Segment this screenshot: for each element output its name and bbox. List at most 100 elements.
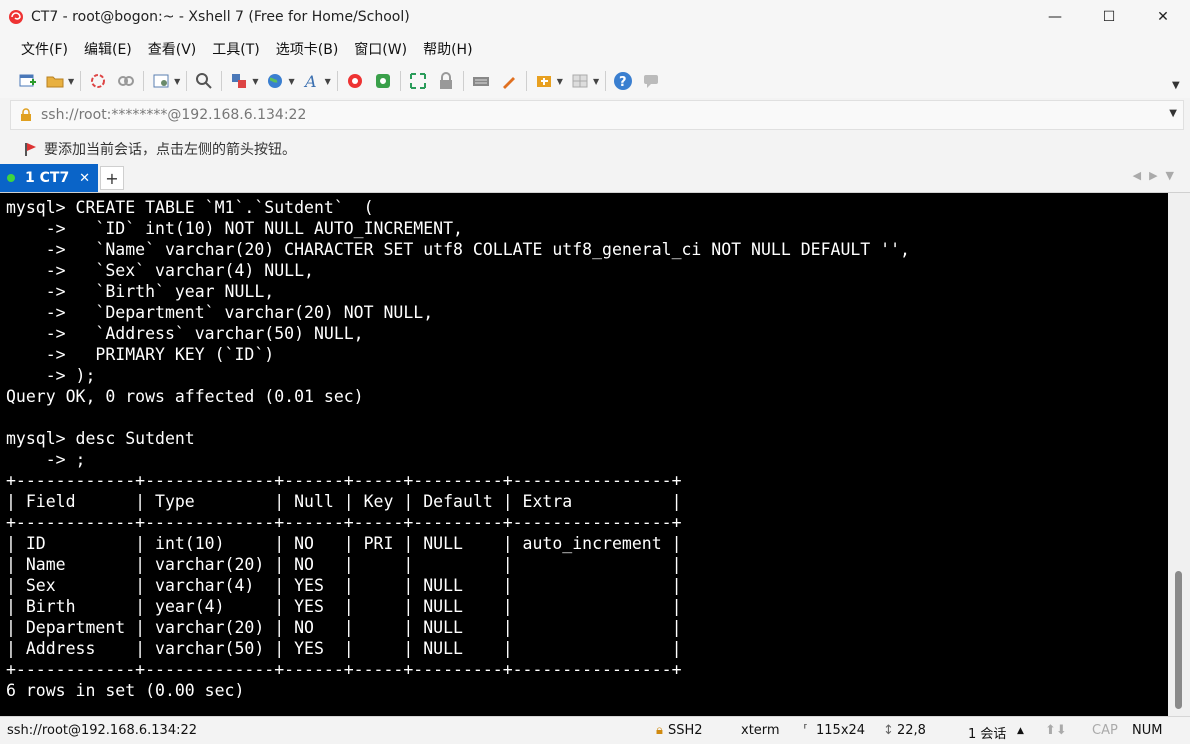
- xftp-icon[interactable]: [344, 70, 366, 92]
- close-tab-icon[interactable]: ✕: [79, 171, 90, 186]
- toolbar-divider: [186, 71, 188, 91]
- xshell-logo-icon[interactable]: [7, 8, 25, 26]
- connected-status-icon: [7, 174, 15, 182]
- scroll-up-icon[interactable]: ⬆⬇: [1045, 723, 1067, 738]
- hint-text: 要添加当前会话，点击左侧的箭头按钮。: [44, 142, 296, 158]
- properties-icon[interactable]: [150, 70, 172, 92]
- font-icon[interactable]: A: [301, 70, 323, 92]
- terminal-line: | Sex | varchar(4) | YES | | NULL | |: [6, 576, 682, 595]
- tab-label: 1 CT7: [25, 170, 70, 186]
- tab-nav-arrows[interactable]: ◀▶▼: [1133, 169, 1182, 182]
- close-window-button[interactable]: ✕: [1136, 0, 1190, 34]
- chevron-down-icon[interactable]: ▼: [174, 77, 180, 86]
- add-tab-button[interactable]: +: [100, 166, 124, 190]
- menu-view[interactable]: 查看(V): [148, 39, 197, 59]
- toolbar-divider: [80, 71, 82, 91]
- toolbar-divider: [221, 71, 223, 91]
- address-text: ssh://root:********@192.168.6.134:22: [41, 107, 307, 123]
- terminal-line: -> `Birth` year NULL,: [6, 282, 275, 301]
- terminal-lines: mysql> CREATE TABLE `M1`.`Sutdent` ( -> …: [6, 197, 910, 701]
- terminal-line: -> `ID` int(10) NOT NULL AUTO_INCREMENT,: [6, 219, 463, 238]
- address-bar[interactable]: ssh://root:********@192.168.6.134:22 ▼: [10, 100, 1184, 130]
- globe-icon[interactable]: [264, 70, 286, 92]
- chat-icon[interactable]: [640, 70, 662, 92]
- terminal-line: | Name | varchar(20) | NO | | | |: [6, 555, 682, 574]
- svg-text:?: ?: [619, 75, 627, 90]
- chevron-down-icon[interactable]: ▼: [252, 77, 258, 86]
- terminal-line: | ID | int(10) | NO | PRI | NULL | auto_…: [6, 534, 682, 553]
- menu-tools[interactable]: 工具(T): [212, 39, 259, 59]
- minimize-button[interactable]: —: [1028, 0, 1082, 34]
- menu-tabs[interactable]: 选项卡(B): [276, 39, 339, 59]
- chevron-down-icon[interactable]: ▼: [325, 77, 331, 86]
- help-icon[interactable]: ?: [612, 70, 634, 92]
- toolbar-divider: [525, 71, 527, 91]
- menu-window[interactable]: 窗口(W): [354, 39, 407, 59]
- fullscreen-icon[interactable]: [407, 70, 429, 92]
- window-title: CT7 - root@bogon:~ - Xshell 7 (Free for …: [31, 9, 410, 25]
- toolbar-overflow-icon[interactable]: ▼: [1172, 80, 1180, 91]
- toolbar-divider: [462, 71, 464, 91]
- chevron-down-icon[interactable]: ▼: [557, 77, 563, 86]
- terminal-line: mysql> desc Sutdent: [6, 429, 195, 448]
- hint-bar: 要添加当前会话，点击左侧的箭头按钮。: [0, 134, 1190, 164]
- xmanager-icon[interactable]: [372, 70, 394, 92]
- toolbar-divider: [336, 71, 338, 91]
- sessions-up-icon[interactable]: ▲: [1017, 726, 1024, 736]
- maximize-button[interactable]: ☐: [1082, 0, 1136, 34]
- terminal-output[interactable]: mysql> CREATE TABLE `M1`.`Sutdent` ( -> …: [0, 193, 1168, 716]
- terminal-line: +------------+-------------+------+-----…: [6, 513, 682, 532]
- terminal-line: -> PRIMARY KEY (`ID`): [6, 345, 275, 364]
- status-num: NUM: [1132, 723, 1163, 738]
- menu-bar: 文件(F) 编辑(E) 查看(V) 工具(T) 选项卡(B) 窗口(W) 帮助(…: [0, 34, 1190, 64]
- scrollbar-thumb[interactable]: [1175, 571, 1182, 709]
- cursor-icon: ↕: [883, 723, 894, 738]
- new-session-icon[interactable]: [16, 70, 38, 92]
- svg-text:A: A: [303, 72, 317, 90]
- status-connection: ssh://root@192.168.6.134:22: [7, 723, 198, 738]
- ssh-lock-icon: 🔒︎: [656, 723, 663, 738]
- terminal-line: -> );: [6, 366, 96, 385]
- terminal-line: -> `Sex` varchar(4) NULL,: [6, 261, 314, 280]
- open-folder-icon[interactable]: [44, 70, 66, 92]
- terminal-line: -> `Department` varchar(20) NOT NULL,: [6, 303, 434, 322]
- terminal-line: Query OK, 0 rows affected (0.01 sec): [6, 387, 364, 406]
- terminal-line: | Field | Type | Null | Key | Default | …: [6, 492, 682, 511]
- terminal-line: mysql> CREATE TABLE `M1`.`Sutdent` (: [6, 198, 374, 217]
- compose-icon[interactable]: [533, 70, 555, 92]
- chevron-down-icon[interactable]: ▼: [1169, 108, 1177, 119]
- menu-help[interactable]: 帮助(H): [423, 39, 472, 59]
- terminal-line: -> `Name` varchar(20) CHARACTER SET utf8…: [6, 240, 910, 259]
- terminal-scrollbar[interactable]: [1168, 193, 1190, 716]
- status-bar: ssh://root@192.168.6.134:22 🔒︎ SSH2 xter…: [0, 716, 1190, 744]
- lock-icon[interactable]: [435, 70, 457, 92]
- terminal-line: | Birth | year(4) | YES | | NULL | |: [6, 597, 682, 616]
- highlight-icon[interactable]: [498, 70, 520, 92]
- tab-ct7[interactable]: 1 CT7 ✕: [0, 164, 98, 192]
- find-icon[interactable]: [193, 70, 215, 92]
- chevron-down-icon[interactable]: ▼: [288, 77, 294, 86]
- toolbar-divider: [605, 71, 607, 91]
- terminal-line: +------------+-------------+------+-----…: [6, 660, 682, 679]
- chevron-down-icon[interactable]: ▼: [593, 77, 599, 86]
- keyboard-icon[interactable]: [470, 70, 492, 92]
- disconnect-icon[interactable]: [115, 70, 137, 92]
- status-caps: CAP: [1092, 723, 1118, 738]
- reconnect-icon[interactable]: [87, 70, 109, 92]
- chevron-down-icon[interactable]: ▼: [68, 77, 74, 86]
- transfer-icon[interactable]: [228, 70, 250, 92]
- bookmark-arrow-icon[interactable]: [22, 141, 38, 157]
- layout-icon[interactable]: [569, 70, 591, 92]
- toolbar: ▼ ▼ ▼ ▼ A ▼ ▼ ▼ ?: [0, 64, 1190, 98]
- terminal-line: | Address | varchar(50) | YES | | NULL |…: [6, 639, 682, 658]
- terminal-line: | Department | varchar(20) | NO | | NULL…: [6, 618, 682, 637]
- terminal-line: +------------+-------------+------+-----…: [6, 471, 682, 490]
- menu-edit[interactable]: 编辑(E): [84, 39, 132, 59]
- size-icon: ⸢: [803, 723, 809, 738]
- terminal-line: -> ;: [6, 450, 86, 469]
- tab-bar: 1 CT7 ✕ + ◀▶▼: [0, 164, 1190, 193]
- status-sessions[interactable]: 1 会话: [968, 723, 1006, 742]
- terminal-line: 6 rows in set (0.00 sec): [6, 681, 245, 700]
- toolbar-divider: [143, 71, 145, 91]
- menu-file[interactable]: 文件(F): [21, 39, 68, 59]
